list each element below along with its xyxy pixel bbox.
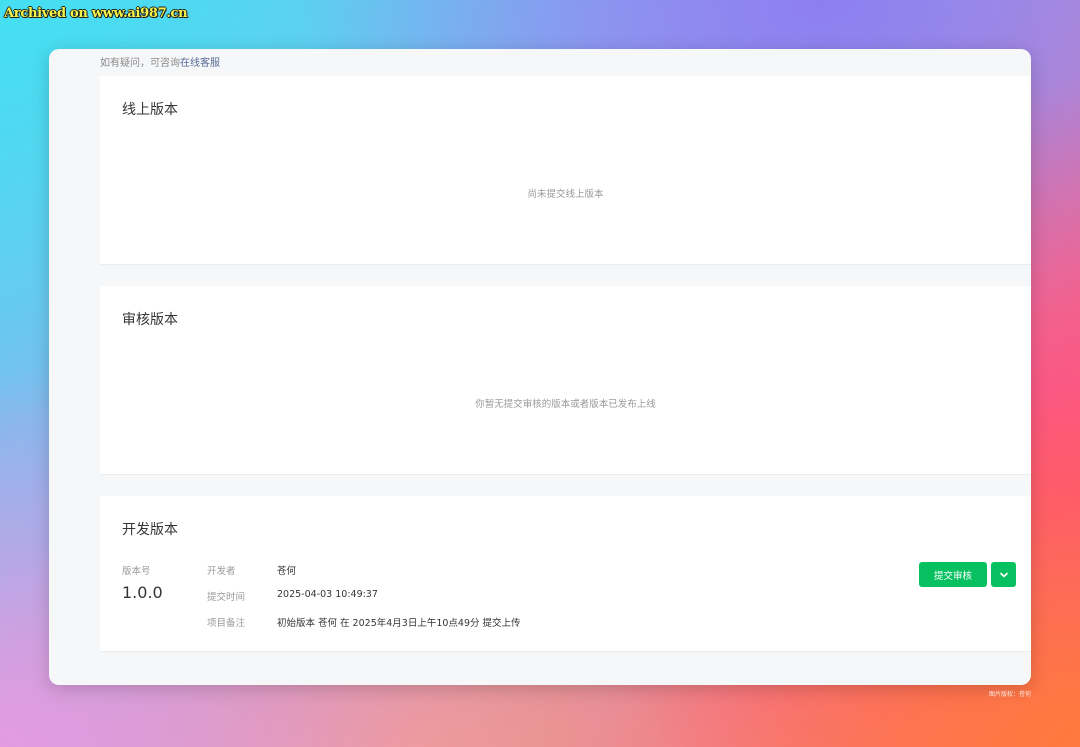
review-version-card: 审核版本 你暂无提交审核的版本或者版本已发布上线 <box>100 286 1031 474</box>
developer-value: 苍何 <box>277 566 297 577</box>
submit-time-value: 2025-04-03 10:49:37 <box>277 589 378 600</box>
review-version-title: 审核版本 <box>122 312 178 328</box>
remark-value: 初始版本 苍何 在 2025年4月3日上午10点49分 提交上传 <box>277 618 521 629</box>
submit-time-label: 提交时间 <box>207 592 246 603</box>
online-version-card: 线上版本 尚未提交线上版本 <box>100 76 1031 264</box>
app-window: 如有疑问，可咨询在线客服 线上版本 尚未提交线上版本 审核版本 你暂无提交审核的… <box>49 49 1031 685</box>
watermark: Archived on www.ai987.cn <box>4 6 188 21</box>
help-prefix: 如有疑问，可咨询 <box>100 58 180 69</box>
image-credit: 图片版权：苍何 <box>988 691 1031 698</box>
chevron-down-icon <box>999 572 1008 577</box>
online-support-link[interactable]: 在线客服 <box>180 58 220 69</box>
version-number-label: 版本号 <box>122 566 151 577</box>
remark-label: 项目备注 <box>207 618 246 629</box>
dev-version-card: 开发版本 版本号 1.0.0 开发者 苍何 提交时间 2025-04-03 10… <box>100 496 1031 651</box>
review-version-empty-text: 你暂无提交审核的版本或者版本已发布上线 <box>475 399 656 410</box>
submit-review-button[interactable]: 提交审核 <box>919 562 987 587</box>
developer-label: 开发者 <box>207 566 236 577</box>
help-line: 如有疑问，可咨询在线客服 <box>100 54 220 69</box>
online-version-title: 线上版本 <box>122 102 178 118</box>
dev-version-title: 开发版本 <box>122 522 178 538</box>
online-version-empty-text: 尚未提交线上版本 <box>527 189 604 200</box>
version-number-value: 1.0.0 <box>122 583 163 602</box>
more-options-button[interactable] <box>991 562 1016 587</box>
